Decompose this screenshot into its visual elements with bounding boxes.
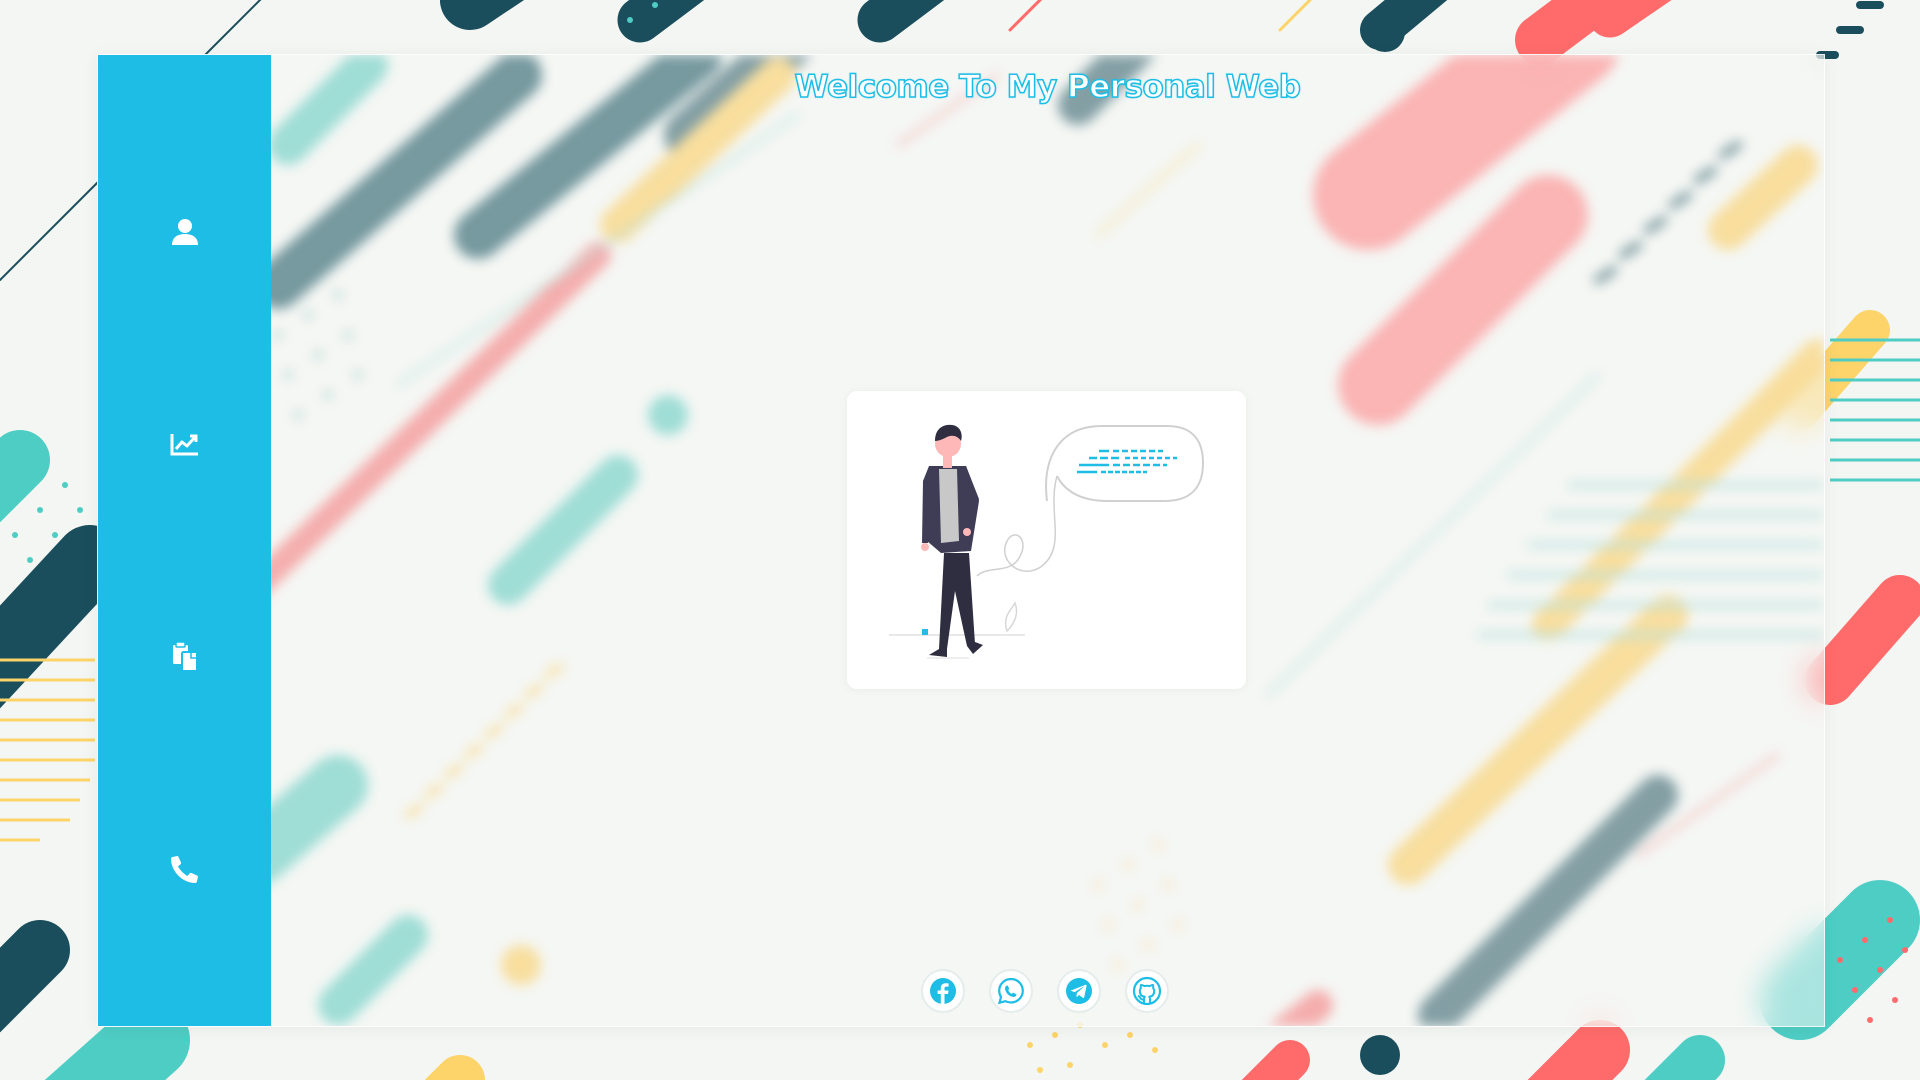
sidebar-item-skills[interactable] — [98, 399, 271, 489]
phone-icon — [170, 856, 198, 883]
github-icon — [1132, 976, 1162, 1006]
facebook-link[interactable] — [921, 969, 965, 1013]
copy-files-icon — [172, 641, 198, 672]
telegram-icon — [1066, 978, 1092, 1004]
github-link[interactable] — [1125, 969, 1169, 1013]
page-title: Welcome To My Personal Web — [794, 68, 1302, 106]
sidebar-item-portfolio[interactable] — [98, 612, 271, 702]
facebook-icon — [930, 978, 956, 1004]
chart-line-icon — [170, 434, 198, 456]
hero-illustration-card — [847, 391, 1246, 689]
sidebar-item-contact[interactable] — [98, 824, 271, 914]
sidebar — [98, 55, 271, 1026]
person-walking-illustration — [889, 424, 1205, 659]
whatsapp-link[interactable] — [989, 969, 1033, 1013]
sidebar-item-profile[interactable] — [98, 187, 271, 277]
telegram-link[interactable] — [1057, 969, 1101, 1013]
main-panel: Welcome To My Personal Web — [97, 54, 1825, 1027]
whatsapp-icon — [997, 977, 1024, 1005]
user-icon — [171, 219, 198, 245]
